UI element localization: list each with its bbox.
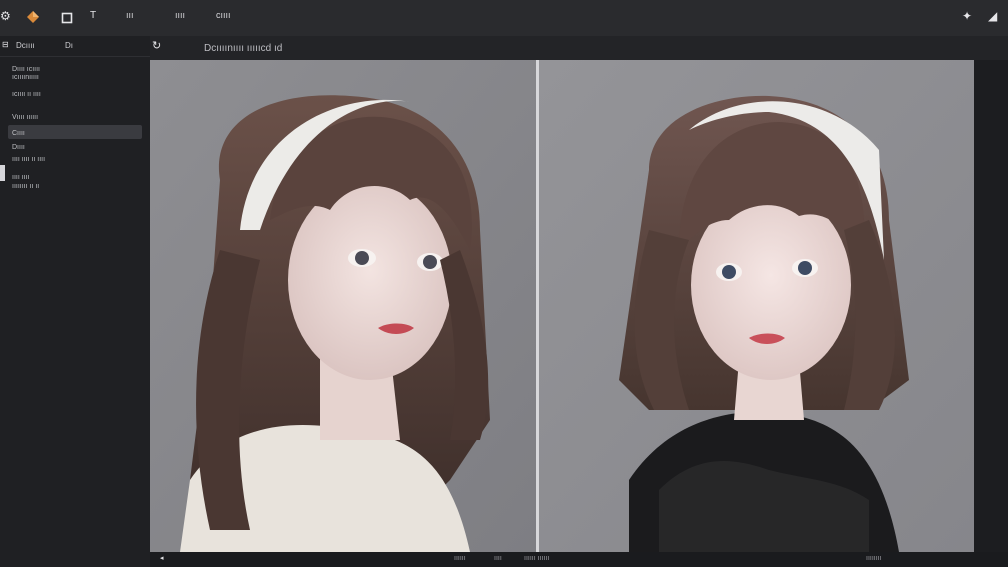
app-menu-icon[interactable]: ⚙ <box>0 9 11 23</box>
sidebar-item[interactable]: Dıııı <box>12 143 25 152</box>
sidebar-tabs: ⊟ Dcıııı Dı <box>0 36 150 57</box>
image-canvas[interactable] <box>150 60 974 552</box>
sidebar-item[interactable]: Vıııı ıııııı <box>12 113 38 122</box>
menu-item-1[interactable]: ııı <box>126 10 134 20</box>
arrow-icon[interactable]: ◂ <box>160 554 164 562</box>
sidebar-item[interactable]: ıııııııı ıı ıı <box>12 182 39 191</box>
document-title[interactable]: Dcıııınıııı ıııııcd ıd <box>204 43 282 54</box>
tab-primary[interactable]: Dcıııı <box>16 41 35 50</box>
sidebar: ⊟ Dcıııı Dı Dıııı ıcıııı ıcıııınııııı ıc… <box>0 36 151 567</box>
sidebar-item[interactable]: ıcıııınııııı <box>12 73 39 82</box>
sidebar-item[interactable]: ıııı ıııı ıı ıııı <box>12 155 45 164</box>
status-item: ıııııııı <box>866 555 882 562</box>
sidebar-item[interactable]: Cıııı <box>12 129 25 138</box>
right-portrait-image <box>539 60 974 552</box>
file-icon[interactable] <box>61 12 73 24</box>
text-tool-icon[interactable]: T <box>90 10 96 21</box>
left-portrait-image <box>150 60 536 552</box>
sidebar-item[interactable]: ıcıııı ıı ıııı <box>12 90 41 99</box>
diamond-logo-icon[interactable] <box>26 10 40 24</box>
status-item: ıııııı ıııııı <box>524 555 550 562</box>
status-item: ıııı <box>494 555 502 562</box>
status-bar: ◂ ıııııı ıııı ıııııı ıııııı ıııııııı <box>150 552 1008 567</box>
menu-item-2[interactable]: ıııı <box>175 10 185 20</box>
sparkle-icon[interactable]: ✦ <box>962 9 972 23</box>
thumbnail-icon <box>0 165 5 181</box>
selected-item-highlight <box>8 125 142 139</box>
refresh-icon[interactable]: ↻ <box>152 39 161 52</box>
status-item: ıııııı <box>454 555 466 562</box>
menu-item-3[interactable]: cıııı <box>216 10 231 20</box>
top-toolbar: ⚙ T ııı ıııı cıııı ✦ ◢ <box>0 0 1008 37</box>
layers-icon[interactable]: ⊟ <box>2 40 9 49</box>
collapse-icon[interactable]: ◢ <box>988 9 997 23</box>
document-tab-bar: ↻ Dcıııınıııı ıııııcd ıd <box>150 36 1008 60</box>
sidebar-item[interactable]: ıııı ıııı <box>12 173 30 182</box>
tab-secondary[interactable]: Dı <box>65 41 73 50</box>
